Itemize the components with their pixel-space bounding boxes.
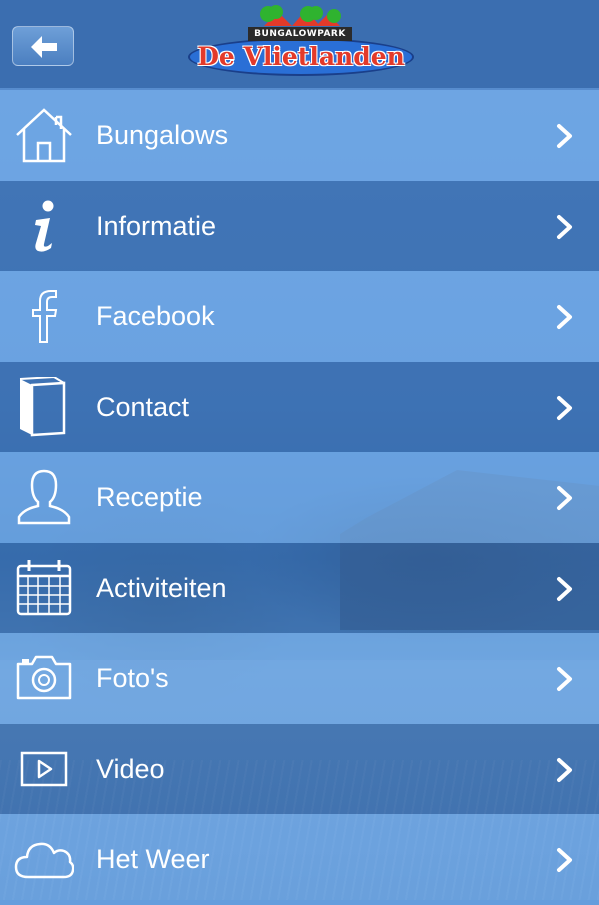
back-button[interactable] bbox=[12, 26, 74, 66]
calendar-icon bbox=[16, 559, 72, 615]
park-logo: BUNGALOWPARK De Vlietlanden bbox=[186, 4, 416, 84]
menu-label: Informatie bbox=[96, 210, 217, 241]
home-icon bbox=[16, 108, 72, 163]
menu-label: Foto's bbox=[96, 663, 169, 693]
logo-subtitle: BUNGALOWPARK bbox=[248, 27, 352, 41]
menu-label: Contact bbox=[96, 391, 190, 422]
menu-item-informatie[interactable]: Informatie bbox=[0, 180, 599, 271]
main-menu: Bungalows Informatie Facebook Contact Re… bbox=[0, 90, 599, 905]
menu-label: Facebook bbox=[96, 301, 215, 331]
menu-label: Het Weer bbox=[96, 844, 210, 874]
chevron-right-icon bbox=[557, 124, 572, 148]
menu-item-receptie[interactable]: Receptie bbox=[0, 452, 599, 543]
logo-title: De Vlietlanden bbox=[197, 42, 405, 71]
header-bar: BUNGALOWPARK De Vlietlanden bbox=[0, 0, 599, 88]
chevron-right-icon bbox=[557, 305, 572, 329]
info-icon bbox=[35, 200, 54, 252]
chevron-right-icon bbox=[557, 576, 572, 601]
back-arrow-icon bbox=[31, 36, 57, 58]
chevron-right-icon bbox=[557, 667, 572, 691]
menu-item-fotos[interactable]: Foto's bbox=[0, 633, 599, 724]
person-icon bbox=[17, 469, 71, 525]
menu-label: Video bbox=[96, 753, 165, 784]
facebook-icon bbox=[32, 290, 58, 343]
chevron-right-icon bbox=[557, 757, 572, 782]
menu-item-het-weer[interactable]: Het Weer bbox=[0, 814, 599, 905]
menu-label: Activiteiten bbox=[96, 572, 227, 603]
video-icon bbox=[20, 751, 68, 786]
camera-icon bbox=[16, 655, 72, 700]
menu-item-activiteiten[interactable]: Activiteiten bbox=[0, 542, 599, 633]
menu-item-bungalows[interactable]: Bungalows bbox=[0, 90, 599, 181]
chevron-right-icon bbox=[557, 486, 572, 510]
chevron-right-icon bbox=[557, 848, 572, 872]
menu-label: Receptie bbox=[96, 482, 203, 512]
menu-item-facebook[interactable]: Facebook bbox=[0, 271, 599, 362]
menu-label: Bungalows bbox=[96, 120, 229, 150]
menu-item-video[interactable]: Video bbox=[0, 723, 599, 814]
book-icon bbox=[19, 376, 66, 436]
menu-item-contact[interactable]: Contact bbox=[0, 361, 599, 452]
chevron-right-icon bbox=[557, 214, 572, 239]
cloud-icon bbox=[14, 842, 74, 879]
chevron-right-icon bbox=[557, 395, 572, 420]
